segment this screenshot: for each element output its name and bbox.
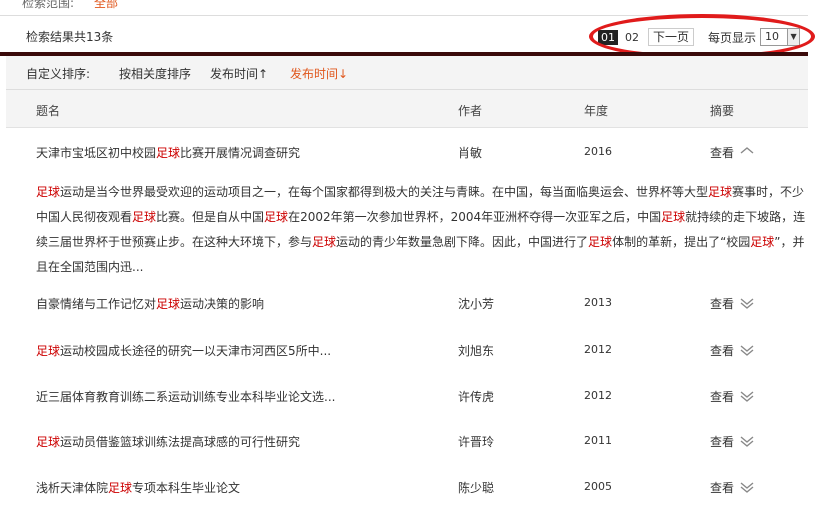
header-abstract: 摘要 bbox=[710, 104, 735, 118]
table-header: 题名 作者 年度 摘要 bbox=[6, 90, 808, 128]
sort-bar: 自定义排序: 按相关度排序 发布时间↑ 发布时间↓ bbox=[6, 56, 808, 90]
keyword-highlight: 足球 bbox=[661, 210, 686, 224]
next-page-button[interactable]: 下一页 bbox=[648, 28, 695, 46]
chevron-down-icon[interactable] bbox=[740, 389, 754, 403]
sort-label: 自定义排序: bbox=[26, 67, 91, 81]
view-abstract-link[interactable]: 查看 bbox=[710, 144, 734, 161]
view-abstract-link[interactable]: 查看 bbox=[710, 479, 734, 496]
chevron-up-icon[interactable] bbox=[740, 145, 754, 159]
result-year: 2012 bbox=[584, 389, 612, 402]
scope-value-link[interactable]: 全部 bbox=[94, 0, 118, 11]
table-row: 近三届体育教育训练二系运动训练专业本科毕业论文选... 许传虎 2012 查看 bbox=[6, 384, 808, 406]
table-row: 天津市宝坻区初中校园足球比赛开展情况调查研究 肖敏 2016 查看 bbox=[6, 140, 808, 162]
table-row: 浅析天津体院足球专项本科生毕业论文 陈少聪 2005 查看 bbox=[6, 475, 808, 497]
view-abstract-link[interactable]: 查看 bbox=[710, 433, 734, 450]
header-author: 作者 bbox=[458, 104, 483, 118]
result-year: 2005 bbox=[584, 480, 612, 493]
keyword-highlight: 足球 bbox=[750, 235, 775, 249]
per-page-value: 10 bbox=[765, 30, 780, 43]
keyword-highlight: 足球 bbox=[708, 185, 733, 199]
result-title-link[interactable]: 足球运动校园成长途径的研究一以天津市河西区5所中... bbox=[36, 342, 331, 359]
table-row: 自豪情绪与工作记忆对足球运动决策的影响 沈小芳 2013 查看 bbox=[6, 291, 808, 313]
result-author: 许晋玲 bbox=[458, 435, 495, 449]
view-abstract-link[interactable]: 查看 bbox=[710, 342, 734, 359]
chevron-down-icon[interactable] bbox=[740, 296, 754, 310]
abstract-text: 足球运动是当今世界最受欢迎的运动项目之一，在每个国家都得到极大的关注与青睐。在中… bbox=[36, 185, 806, 274]
result-year: 2012 bbox=[584, 343, 612, 356]
keyword-highlight: 足球 bbox=[312, 235, 337, 249]
page-2-button[interactable]: 02 bbox=[622, 30, 642, 45]
header-year: 年度 bbox=[584, 104, 609, 118]
keyword-highlight: 足球 bbox=[132, 210, 157, 224]
chevron-down-icon[interactable] bbox=[740, 480, 754, 494]
result-author: 许传虎 bbox=[458, 390, 495, 404]
view-abstract-link[interactable]: 查看 bbox=[710, 295, 734, 312]
result-author: 陈少聪 bbox=[458, 481, 495, 495]
table-row: 足球运动校园成长途径的研究一以天津市河西区5所中... 刘旭东 2012 查看 bbox=[6, 338, 808, 360]
result-year: 2013 bbox=[584, 296, 612, 309]
page-1-button[interactable]: 01 bbox=[598, 29, 618, 45]
sort-by-relevance[interactable]: 按相关度排序 bbox=[119, 65, 191, 82]
result-title-link[interactable]: 近三届体育教育训练二系运动训练专业本科毕业论文选... bbox=[36, 388, 335, 405]
result-title-link[interactable]: 足球运动员借鉴篮球训练法提高球感的可行性研究 bbox=[36, 433, 300, 450]
sort-by-date-desc[interactable]: 发布时间↓ bbox=[290, 65, 348, 82]
result-author: 肖敏 bbox=[458, 146, 483, 160]
keyword-highlight: 足球 bbox=[36, 185, 61, 199]
chevron-down-icon[interactable] bbox=[740, 343, 754, 357]
search-scope: 检索范围: 全部 bbox=[0, 0, 808, 16]
result-title-link[interactable]: 天津市宝坻区初中校园足球比赛开展情况调查研究 bbox=[36, 144, 300, 161]
result-title-link[interactable]: 浅析天津体院足球专项本科生毕业论文 bbox=[36, 479, 240, 496]
pager: 01 02 下一页 每页显示 10 ▼ bbox=[598, 28, 801, 46]
result-year: 2016 bbox=[584, 145, 612, 158]
result-year: 2011 bbox=[584, 434, 612, 447]
per-page-select[interactable]: 10 ▼ bbox=[760, 28, 801, 46]
header-title: 题名 bbox=[36, 104, 61, 118]
result-author: 沈小芳 bbox=[458, 297, 495, 311]
keyword-highlight: 足球 bbox=[36, 435, 61, 449]
results-count: 检索结果共13条 bbox=[26, 30, 114, 44]
scope-label: 检索范围: bbox=[22, 0, 75, 10]
keyword-highlight: 足球 bbox=[156, 297, 181, 311]
keyword-highlight: 足球 bbox=[156, 146, 181, 160]
chevron-down-icon[interactable] bbox=[740, 434, 754, 448]
keyword-highlight: 足球 bbox=[264, 210, 289, 224]
results-bar: 检索结果共13条 01 02 下一页 每页显示 10 ▼ bbox=[0, 17, 808, 51]
dropdown-arrow-icon[interactable]: ▼ bbox=[787, 29, 800, 45]
table-row: 足球运动员借鉴篮球训练法提高球感的可行性研究 许晋玲 2011 查看 bbox=[6, 429, 808, 451]
result-author: 刘旭东 bbox=[458, 344, 495, 358]
per-page-label: 每页显示 bbox=[708, 30, 757, 45]
keyword-highlight: 足球 bbox=[588, 235, 613, 249]
keyword-highlight: 足球 bbox=[36, 344, 61, 358]
keyword-highlight: 足球 bbox=[108, 481, 133, 495]
result-title-link[interactable]: 自豪情绪与工作记忆对足球运动决策的影响 bbox=[36, 295, 264, 312]
sort-by-date-asc[interactable]: 发布时间↑ bbox=[210, 65, 268, 82]
view-abstract-link[interactable]: 查看 bbox=[710, 388, 734, 405]
